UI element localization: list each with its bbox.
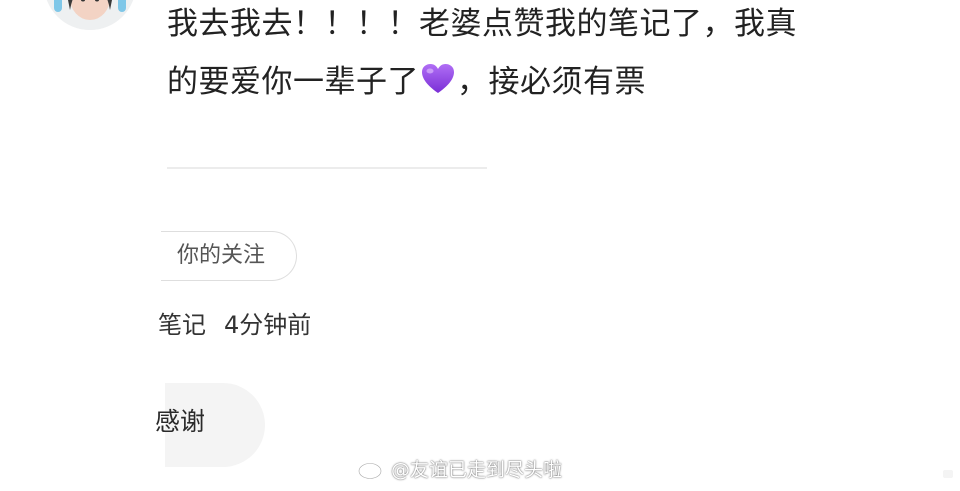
meta-label: 笔记	[158, 311, 206, 339]
watermark-text: @友谊已走到尽头啦	[391, 458, 563, 481]
thanks-reply-label: 感谢	[155, 407, 206, 436]
weibo-logo-icon	[358, 458, 385, 480]
notification-meta: 笔记 4分钟前	[158, 305, 311, 345]
divider	[167, 167, 487, 169]
corner-mark	[943, 470, 953, 478]
weibo-watermark: @友谊已走到尽头啦	[357, 452, 562, 484]
comment-line-2-end: ，接必须有票	[457, 64, 646, 100]
comment-line-2: 的要爱你一辈子了 ，接必须有票	[167, 60, 646, 104]
comment-line-1: 我去我去！！！！老婆点赞我的笔记了，我真	[167, 6, 797, 42]
meta-timestamp: 4分钟前	[224, 311, 312, 339]
follow-tag: 你的关注	[161, 231, 297, 281]
user-avatar[interactable]	[44, 0, 136, 30]
purple-heart-icon	[421, 63, 455, 95]
comment-line-2-start: 的要爱你一辈子了	[167, 64, 419, 100]
